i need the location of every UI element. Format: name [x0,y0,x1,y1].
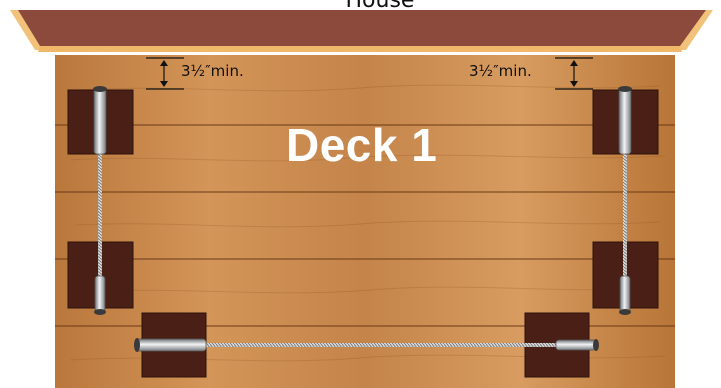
right-top-fitting [618,87,632,155]
left-top-fitting [93,87,107,155]
right-bottom-fitting [619,275,631,313]
left-bottom-fitting [94,275,106,313]
right-cable [623,152,627,280]
house-roof [10,10,713,52]
deck-diagram [10,10,713,388]
clearance-label-left: 3½″min. [181,62,244,80]
deck-title: Deck 1 [286,119,438,171]
bottom-right-fitting [555,339,597,351]
clearance-label-right: 3½″min. [469,62,532,80]
left-cable [98,152,102,280]
house-label: House [345,0,415,13]
bottom-cable [204,343,560,347]
bottom-left-fitting [135,338,207,352]
